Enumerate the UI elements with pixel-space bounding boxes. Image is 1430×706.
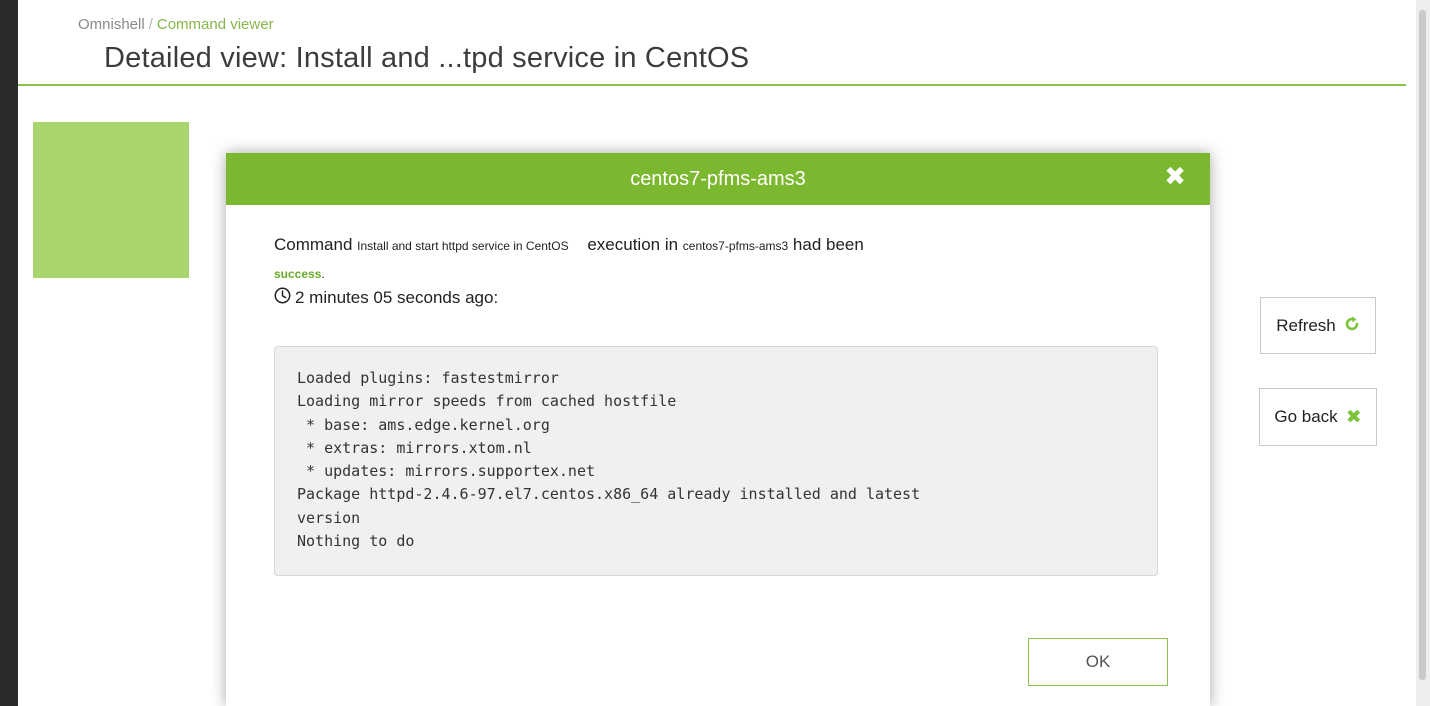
page-title: Detailed view: Install and ...tpd servic… [104,42,750,74]
result-message: Command Install and start httpd service … [274,235,864,255]
breadcrumb-root[interactable]: Omnishell [78,16,145,33]
output-line: version [297,508,361,527]
message-middle: execution in [587,235,679,254]
refresh-icon [1344,316,1360,336]
command-output: Loaded plugins: fastestmirror Loading mi… [274,346,1158,576]
message-prefix: Command [274,235,353,254]
output-line: Package httpd-2.4.6-97.el7.centos.x86_64… [297,485,921,504]
output-line: * extras: mirrors.xtom.nl [297,438,532,457]
breadcrumb-current[interactable]: Command viewer [157,16,274,33]
time-ago-text: 2 minutes 05 seconds ago: [295,288,499,307]
command-result-dialog: centos7-pfms-ams3 ✖ Command Install and … [226,153,1210,706]
host-name: centos7-pfms-ams3 [682,239,789,253]
output-line: Loading mirror speeds from cached hostfi… [297,392,677,411]
title-divider [18,84,1406,86]
message-suffix: had been [792,235,864,254]
clock-icon [274,287,291,309]
refresh-button-label: Refresh [1276,315,1336,335]
close-icon: ✖ [1345,406,1362,428]
status-tile [33,122,189,278]
go-back-button-label: Go back [1274,407,1338,426]
command-name: Install and start httpd service in CentO… [357,239,569,253]
dialog-header: centos7-pfms-ams3 ✖ [226,153,1210,205]
elapsed-time: 2 minutes 05 seconds ago: [274,287,498,309]
left-edge-bar [0,0,18,706]
close-icon[interactable]: ✖ [1164,163,1186,189]
output-line: * updates: mirrors.supportex.net [297,462,596,481]
dialog-title: centos7-pfms-ams3 [630,167,806,190]
breadcrumb: Omnishell / Command viewer [78,16,274,33]
status-badge: success [274,267,322,281]
page-scrollbar[interactable] [1416,0,1430,706]
status-line: success. [274,267,325,281]
go-back-button[interactable]: Go back ✖ [1259,388,1377,446]
ok-button[interactable]: OK [1028,638,1168,686]
output-line: * base: ams.edge.kernel.org [297,415,550,434]
output-line: Nothing to do [297,532,415,551]
output-line: Loaded plugins: fastestmirror [297,369,559,387]
breadcrumb-separator: / [148,16,153,33]
scrollbar-thumb[interactable] [1419,10,1426,680]
status-punctuation: . [321,267,325,281]
refresh-button[interactable]: Refresh [1260,297,1376,354]
